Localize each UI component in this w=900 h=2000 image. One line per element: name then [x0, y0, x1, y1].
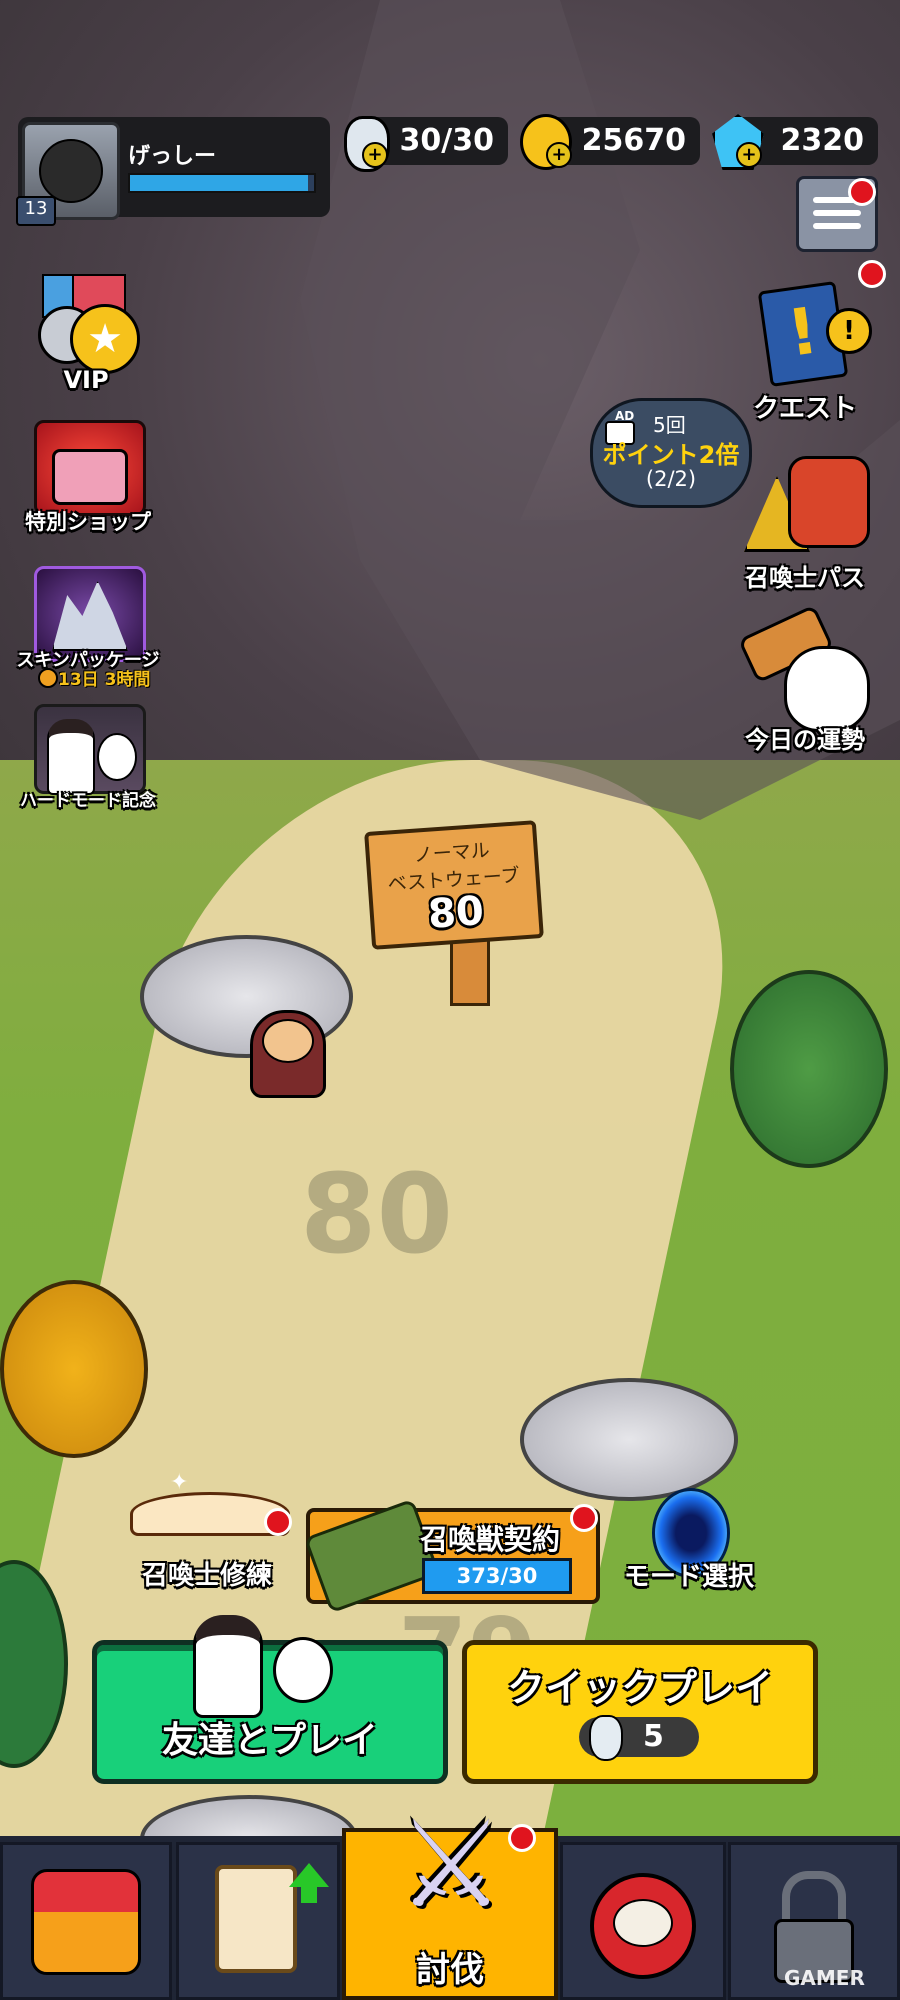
green-tree [730, 970, 888, 1168]
werewolf-skin-icon [52, 581, 128, 651]
skin-package-timer: 13日 3時間 [58, 670, 151, 690]
quest-alert-icon: ! [826, 308, 872, 354]
training-notification-dot [264, 1508, 292, 1536]
summoner-training-button[interactable]: ✦ [126, 1470, 290, 1550]
treasure-chest-icon [52, 449, 128, 505]
stamina-bottle-icon [589, 1715, 623, 1761]
lock-shackle-icon [782, 1871, 846, 1919]
shop-stall-icon [31, 1869, 141, 1975]
vip-label: VIP [63, 366, 109, 394]
shrine-maiden-avatar-icon [193, 1615, 263, 1718]
player-name: げっしー [128, 144, 217, 169]
ad-progress: (2/2) [645, 467, 697, 491]
character-face [262, 1019, 314, 1063]
menu-line-icon [813, 223, 861, 229]
contract-notification-dot [570, 1504, 598, 1532]
fox-avatar-icon [273, 1637, 333, 1703]
double-points-title: ポイント2倍 [602, 441, 740, 469]
menu-line-icon [813, 210, 861, 216]
avatar-face-icon [39, 139, 103, 203]
player-level-badge: 13 [16, 196, 56, 226]
battle-notification-dot [508, 1824, 536, 1852]
play-with-friends-button[interactable]: 友達とプレイ [92, 1615, 448, 1784]
beast-contract-button[interactable]: 召喚獣契約 373/30 [303, 1498, 600, 1614]
nav-tab-cards[interactable] [176, 1842, 340, 2000]
special-shop-label: 特別ショップ [25, 510, 151, 534]
add-coins-plus-icon[interactable]: + [546, 142, 572, 168]
vip-button[interactable]: ★ [34, 270, 140, 378]
hard-mode-label: ハードモード記念 [20, 791, 156, 811]
menu-notification-dot [848, 178, 876, 206]
shrine-maiden-icon [47, 719, 95, 795]
summoner-pass-label: 召喚士パス [745, 564, 865, 592]
player-character [250, 1010, 326, 1098]
yellow-tree [0, 1280, 148, 1458]
add-stamina-plus-icon[interactable]: + [362, 142, 388, 168]
quick-play-cost: 5 [643, 1719, 664, 1754]
white-boulder [520, 1378, 738, 1501]
ad-double-points-bubble[interactable]: AD 5回 ポイント2倍 (2/2) [590, 398, 752, 508]
daily-fortune-label: 今日の運勢 [745, 726, 865, 754]
ad-remaining-count: 5回 [653, 413, 686, 437]
rabbit-companion-icon [97, 733, 137, 781]
quick-play-cost-pill: 5 [579, 1715, 699, 1761]
gamer-watermark: GAMER [784, 1966, 865, 1990]
best-wave-signpost: ノーマル ベストウェーブ 80 [364, 820, 544, 950]
timer-clock-icon [38, 668, 58, 688]
current-wave-marker: 80 [300, 1150, 454, 1278]
daruma-icon [590, 1873, 696, 1979]
exp-bar [128, 173, 316, 193]
vip-medal-icon: ★ [70, 304, 140, 374]
hard-mode-commemoration-button[interactable] [34, 704, 146, 795]
quest-label: クエスト [752, 394, 857, 424]
nav-tab-battle[interactable]: ⚔ 討伐 [342, 1806, 558, 2000]
summoner-training-label: 召喚士修練 [141, 1561, 272, 1591]
oni-pass-icon [788, 456, 870, 548]
rabbit-card-icon [215, 1865, 297, 1973]
beast-contract-label: 召喚獣契約 [420, 1523, 561, 1556]
beast-contract-progress: 373/30 [422, 1558, 572, 1594]
battle-tab-label: 討伐 [416, 1950, 484, 1990]
sparkle-icon: ✦ [170, 1470, 189, 1495]
quick-play-button[interactable]: クイックプレイ 5 [462, 1640, 818, 1784]
quest-notification-dot [858, 260, 886, 288]
nav-tab-shop[interactable] [0, 1842, 172, 2000]
exp-bar-fill [130, 175, 309, 191]
daruma-face-icon [613, 1899, 673, 1947]
add-gems-plus-icon[interactable]: + [736, 142, 762, 168]
quick-play-label: クイックプレイ [506, 1666, 773, 1710]
quest-button[interactable]: ! ! [744, 280, 872, 396]
summoner-pass-button[interactable] [744, 448, 876, 558]
nav-tab-daruma[interactable] [560, 1842, 726, 2000]
daily-fortune-button[interactable] [737, 604, 874, 732]
mode-select-label[interactable]: モード選択 [618, 1556, 760, 1593]
crossed-swords-icon: ⚔ [397, 1796, 505, 1935]
special-shop-button[interactable] [34, 420, 146, 516]
play-with-friends-label: 友達とプレイ [161, 1720, 378, 1761]
